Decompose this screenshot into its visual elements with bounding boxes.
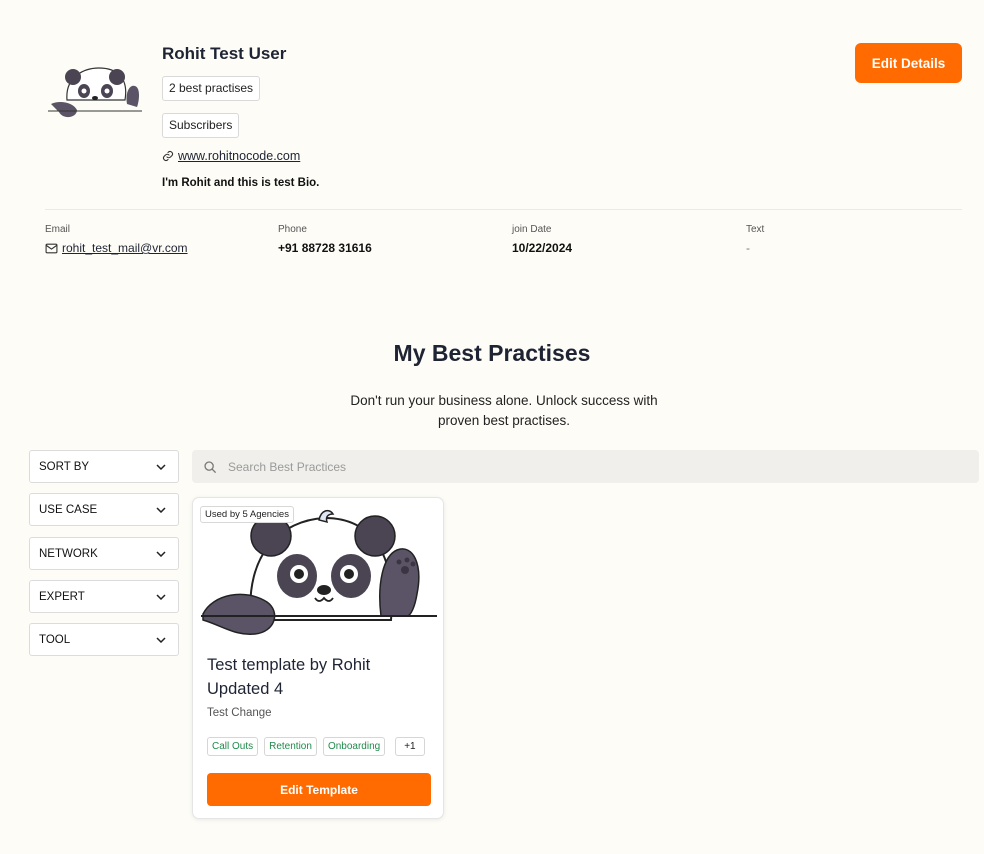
email-info: Email rohit_test_mail@vr.com (45, 224, 188, 255)
tag[interactable]: Retention (264, 737, 317, 756)
filter-label: USE CASE (39, 503, 98, 516)
search-icon (204, 460, 216, 473)
filter-label: TOOL (39, 633, 71, 646)
divider (45, 209, 962, 210)
template-card[interactable]: Used by 5 Agencies Test template by Rohi… (192, 497, 444, 819)
mail-icon (45, 243, 58, 253)
avatar (48, 67, 142, 118)
chevron-down-icon (156, 636, 166, 643)
chevron-down-icon (156, 593, 166, 600)
phone-label: Phone (278, 224, 307, 235)
card-description: Test Change (207, 707, 272, 719)
text-info: Text - (746, 224, 764, 255)
filter-use-case[interactable]: USE CASE (29, 493, 179, 526)
phone-value: +91 88728 31616 (278, 241, 372, 255)
section-title: My Best Practises (393, 340, 591, 366)
edit-template-button[interactable]: Edit Template (207, 773, 431, 806)
email-link[interactable]: rohit_test_mail@vr.com (62, 241, 188, 255)
filter-expert[interactable]: EXPERT (29, 580, 179, 613)
card-title[interactable]: Test template by Rohit Updated 4 (207, 653, 432, 701)
filter-label: EXPERT (39, 590, 85, 603)
website-link[interactable]: www.rohitnocode.com (178, 149, 300, 163)
join-date-info: join Date 10/22/2024 (512, 224, 572, 255)
search-input[interactable] (226, 458, 979, 475)
tag-list: Call Outs Retention Onboarding +1 (207, 737, 425, 756)
search-bar[interactable] (192, 450, 979, 483)
filter-network[interactable]: NETWORK (29, 537, 179, 570)
filter-label: NETWORK (39, 547, 98, 560)
tag[interactable]: Call Outs (207, 737, 259, 756)
filter-sort-by[interactable]: SORT BY (29, 450, 179, 483)
profile-name: Rohit Test User (162, 44, 287, 63)
filter-label: SORT BY (39, 460, 90, 473)
join-date-value: 10/22/2024 (512, 241, 573, 255)
join-date-label: join Date (512, 224, 552, 235)
section-subtitle: Don't run your business alone. Unlock su… (350, 393, 658, 428)
panda-illustration (201, 509, 437, 635)
chevron-down-icon (156, 550, 166, 557)
phone-info: Phone +91 88728 31616 (278, 224, 372, 255)
text-label: Text (746, 224, 765, 235)
profile-bio: I'm Rohit and this is test Bio. (162, 177, 320, 189)
filter-tool[interactable]: TOOL (29, 623, 179, 656)
text-value: - (746, 241, 750, 255)
link-icon (162, 150, 174, 162)
more-tags-badge[interactable]: +1 (395, 737, 425, 756)
usage-badge: Used by 5 Agencies (200, 506, 294, 523)
edit-details-button[interactable]: Edit Details (855, 43, 962, 83)
best-practises-count-chip[interactable]: 2 best practises (162, 76, 261, 101)
chevron-down-icon (156, 463, 166, 470)
chevron-down-icon (156, 506, 166, 513)
website-row: www.rohitnocode.com (162, 149, 300, 163)
subscribers-chip[interactable]: Subscribers (162, 113, 240, 138)
tag[interactable]: Onboarding (322, 737, 386, 756)
email-label: Email (45, 224, 71, 235)
